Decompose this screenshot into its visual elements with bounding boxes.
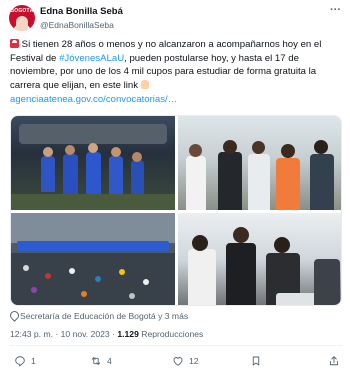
media-photo-4[interactable] bbox=[178, 213, 341, 305]
person-figure bbox=[310, 154, 334, 210]
retweet-icon bbox=[91, 357, 101, 365]
views-count: 1.129 bbox=[117, 329, 139, 339]
tagged-people-label: Secretaría de Educación de Bogotá y 3 má… bbox=[20, 311, 189, 321]
like-icon bbox=[173, 357, 183, 366]
arena-banner bbox=[17, 241, 169, 251]
person-figure bbox=[314, 259, 340, 305]
person-head bbox=[132, 152, 142, 162]
tweet-card: BOGOTÁ Edna Bonilla Sebá @EdnaBonillaSeb… bbox=[0, 0, 350, 375]
reply-button[interactable]: 1 bbox=[14, 352, 36, 370]
person-figure bbox=[131, 160, 144, 194]
action-bar: 1 4 12 bbox=[10, 352, 342, 370]
crowd-person bbox=[143, 279, 149, 285]
media-photo-3[interactable] bbox=[11, 213, 175, 305]
retweet-button[interactable]: 4 bbox=[90, 352, 112, 370]
tweet-time[interactable]: 12:43 p. m. bbox=[10, 329, 53, 339]
avatar-face bbox=[16, 16, 28, 31]
views-label: Reproducciones bbox=[138, 329, 204, 339]
person-figure bbox=[109, 156, 123, 194]
person-figure bbox=[63, 154, 78, 194]
tweet-url-link[interactable]: agenciaatenea.gov.co/convocatorias/… bbox=[10, 94, 177, 105]
media-photo-1[interactable] bbox=[11, 116, 175, 210]
person-figure bbox=[248, 154, 270, 210]
person-head bbox=[189, 144, 202, 157]
person-head bbox=[314, 140, 328, 154]
crowd-person bbox=[31, 287, 37, 293]
crowd-person bbox=[23, 265, 29, 271]
tweet-header: BOGOTÁ Edna Bonilla Sebá @EdnaBonillaSeb… bbox=[9, 4, 341, 34]
tweet-timestamp: 12:43 p. m. · 10 nov. 2023 · 1.129 Repro… bbox=[10, 328, 203, 340]
avatar[interactable]: BOGOTÁ bbox=[9, 5, 35, 31]
crowd-person bbox=[129, 293, 135, 299]
audience-background bbox=[19, 124, 167, 144]
crowd-person bbox=[45, 273, 51, 279]
person-figure bbox=[188, 249, 216, 305]
crowd-area bbox=[11, 253, 175, 305]
person-figure bbox=[226, 243, 256, 305]
person-figure bbox=[41, 156, 55, 192]
location-pin-icon bbox=[10, 311, 17, 320]
divider bbox=[10, 345, 342, 346]
like-count: 12 bbox=[189, 356, 199, 366]
person-figure bbox=[86, 152, 101, 194]
meta-separator: · bbox=[53, 329, 61, 339]
pointing-hand-emoji-icon bbox=[140, 80, 149, 90]
bookmark-button[interactable] bbox=[250, 352, 267, 370]
person-head bbox=[252, 141, 265, 154]
crowd-person bbox=[95, 276, 101, 282]
share-icon bbox=[330, 356, 338, 366]
like-button[interactable]: 12 bbox=[172, 352, 199, 370]
arena-roof bbox=[11, 213, 175, 243]
author-names: Edna Bonilla Sebá @EdnaBonillaSeba bbox=[40, 6, 123, 31]
person-head bbox=[65, 145, 75, 155]
author-handle[interactable]: @EdnaBonillaSeba bbox=[40, 19, 123, 31]
share-button[interactable] bbox=[328, 352, 345, 370]
person-figure bbox=[218, 152, 242, 210]
media-photo-2[interactable] bbox=[178, 116, 341, 210]
reply-icon bbox=[15, 356, 25, 367]
more-options-icon[interactable]: ··· bbox=[330, 4, 341, 16]
avatar-logo-text: BOGOTÁ bbox=[10, 8, 34, 14]
tweet-text: Si tienen 28 años o menos y no alcanzaro… bbox=[10, 38, 342, 107]
hashtag-link[interactable]: #JóvenesALaU bbox=[59, 53, 124, 64]
person-head bbox=[233, 227, 249, 243]
siren-emoji-icon bbox=[10, 39, 19, 48]
crowd-person bbox=[119, 269, 125, 275]
person-head bbox=[88, 143, 98, 153]
tweet-date[interactable]: 10 nov. 2023 bbox=[61, 329, 110, 339]
person-head bbox=[192, 235, 208, 251]
person-head bbox=[111, 147, 121, 157]
media-grid bbox=[10, 115, 342, 306]
crowd-person bbox=[81, 291, 87, 297]
stage-floor bbox=[11, 194, 175, 210]
person-head bbox=[223, 140, 237, 154]
crowd-person bbox=[69, 268, 75, 274]
author-display-name[interactable]: Edna Bonilla Sebá bbox=[40, 6, 123, 18]
tagged-people[interactable]: Secretaría de Educación de Bogotá y 3 má… bbox=[10, 310, 188, 322]
person-head bbox=[281, 144, 295, 158]
person-figure bbox=[186, 156, 206, 210]
reply-count: 1 bbox=[31, 356, 36, 366]
person-head bbox=[43, 147, 53, 157]
bookmark-icon bbox=[252, 356, 260, 366]
person-head bbox=[274, 237, 290, 253]
retweet-count: 4 bbox=[107, 356, 112, 366]
person-figure bbox=[276, 158, 300, 210]
